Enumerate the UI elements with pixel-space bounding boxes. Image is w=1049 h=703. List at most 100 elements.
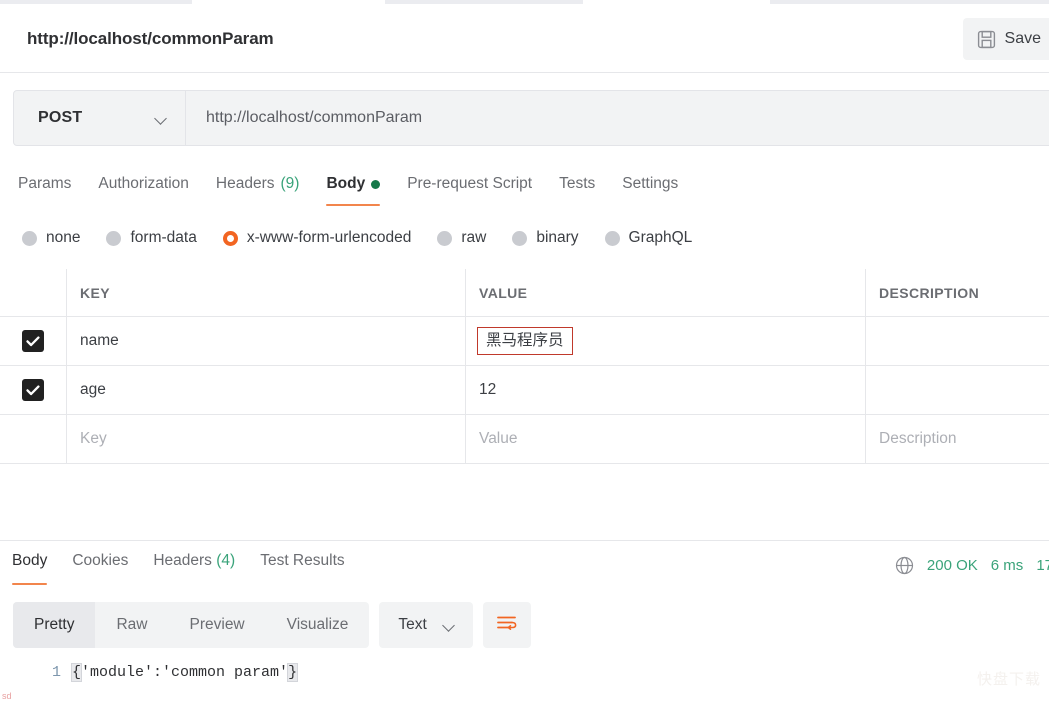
- radio-form-data[interactable]: form-data: [106, 229, 197, 247]
- table-header-row: KEY VALUE DESCRIPTION: [0, 269, 1049, 317]
- radio-form-data-label: form-data: [130, 229, 197, 246]
- save-button-label: Save: [1004, 30, 1041, 47]
- radio-none-icon: [22, 230, 37, 246]
- tab-edge-right[interactable]: [770, 0, 1049, 4]
- tab-headers[interactable]: Headers (9): [216, 168, 300, 200]
- view-mode-visualize[interactable]: Visualize: [266, 602, 370, 648]
- response-toolbar: Pretty Raw Preview Visualize Text: [13, 602, 531, 648]
- response-body-viewer[interactable]: 1 {'module':'common param'}: [0, 660, 1049, 703]
- row-checkbox-name[interactable]: [22, 330, 44, 352]
- radio-raw-label: raw: [461, 229, 487, 246]
- view-mode-raw[interactable]: Raw: [95, 602, 168, 648]
- response-view-mode-group: Pretty Raw Preview Visualize: [13, 602, 370, 648]
- view-mode-preview-label: Preview: [189, 616, 245, 633]
- code-line: 1 {'module':'common param'}: [0, 660, 1049, 686]
- view-mode-visualize-label: Visualize: [286, 616, 349, 633]
- response-status-code: 200 OK: [926, 556, 978, 574]
- table-row: name 黑马程序员: [0, 317, 1049, 366]
- response-tab-headers-label: Headers: [153, 552, 212, 569]
- tab-settings-label: Settings: [622, 175, 679, 192]
- tab-pre-request-script[interactable]: Pre-request Script: [407, 168, 532, 200]
- page-title: http://localhost/commonParam: [27, 28, 274, 48]
- placeholder-description[interactable]: Description: [879, 430, 957, 448]
- row-key-name[interactable]: name: [80, 332, 119, 350]
- response-time: 6 ms: [990, 556, 1024, 574]
- response-tab-body[interactable]: Body: [12, 552, 48, 585]
- http-method-label: POST: [38, 109, 83, 126]
- sd-overlay-text: sd: [2, 691, 12, 701]
- view-mode-pretty-label: Pretty: [34, 616, 75, 633]
- placeholder-key[interactable]: Key: [80, 430, 107, 448]
- tab-edge-middle[interactable]: [385, 0, 583, 4]
- tab-settings[interactable]: Settings: [622, 168, 678, 200]
- code-content[interactable]: {'module':'common param'}: [70, 663, 299, 682]
- word-wrap-button[interactable]: [482, 602, 531, 648]
- response-format-select[interactable]: Text: [379, 602, 473, 648]
- table-placeholder-row: Key Value Description: [0, 415, 1049, 464]
- tab-params[interactable]: Params: [18, 168, 71, 200]
- header-checkbox-cell: [0, 269, 67, 316]
- tab-pre-request-script-label: Pre-request Script: [407, 175, 533, 192]
- placeholder-checkbox-cell: [0, 415, 67, 463]
- tab-tests-label: Tests: [559, 175, 596, 192]
- view-mode-preview[interactable]: Preview: [169, 602, 266, 648]
- radio-binary[interactable]: binary: [512, 229, 579, 247]
- watermark: 快盘下载: [976, 671, 1041, 688]
- radio-binary-label: binary: [536, 229, 579, 246]
- response-size: 17: [1036, 556, 1049, 574]
- response-status-bar: 200 OK 6 ms 17: [895, 552, 1049, 578]
- params-table: KEY VALUE DESCRIPTION name 黑马程序员 age 12 …: [0, 269, 1049, 464]
- postman-window: http://localhost/commonParam Save POST P…: [0, 0, 1049, 703]
- code-open-brace: {: [70, 663, 83, 682]
- word-wrap-icon: [496, 614, 517, 637]
- response-tab-headers[interactable]: Headers (4): [153, 552, 235, 580]
- row-value-name[interactable]: 黑马程序员: [477, 326, 573, 356]
- body-type-radio-group: none form-data x-www-form-urlencoded raw…: [22, 224, 718, 252]
- response-tab-test-results[interactable]: Test Results: [260, 552, 344, 580]
- radio-graphql[interactable]: GraphQL: [604, 229, 692, 247]
- radio-raw[interactable]: raw: [437, 229, 486, 247]
- response-tab-cookies[interactable]: Cookies: [72, 552, 128, 580]
- radio-raw-icon: [437, 230, 453, 246]
- radio-none[interactable]: none: [22, 229, 80, 247]
- response-format-label: Text: [398, 616, 427, 633]
- tab-edge-left[interactable]: [0, 0, 192, 4]
- response-tab-body-label: Body: [12, 552, 48, 569]
- chevron-down-icon: [155, 114, 168, 122]
- url-bar: POST: [13, 90, 1049, 146]
- row-checkbox-age[interactable]: [22, 379, 44, 401]
- table-row: age 12: [0, 366, 1049, 415]
- http-method-select[interactable]: POST: [14, 91, 186, 145]
- tab-body[interactable]: Body: [326, 168, 381, 206]
- radio-graphql-icon: [604, 230, 620, 246]
- radio-x-www-form-urlencoded[interactable]: x-www-form-urlencoded: [222, 229, 411, 247]
- radio-none-label: none: [46, 229, 81, 246]
- placeholder-value[interactable]: Value: [479, 430, 518, 448]
- radio-x-www-form-urlencoded-icon: [222, 230, 238, 246]
- tab-headers-label: Headers: [215, 175, 275, 192]
- view-mode-pretty[interactable]: Pretty: [13, 602, 96, 648]
- tab-params-label: Params: [18, 175, 72, 192]
- view-mode-raw-label: Raw: [116, 616, 148, 633]
- save-button[interactable]: Save: [962, 18, 1049, 60]
- code-inner-text: 'module':'common param': [81, 664, 289, 681]
- column-header-description: DESCRIPTION: [879, 284, 980, 301]
- tab-body-label: Body: [326, 175, 366, 192]
- code-close-brace: }: [287, 663, 299, 682]
- response-divider: [0, 540, 1049, 541]
- tab-authorization[interactable]: Authorization: [98, 168, 188, 200]
- chevron-down-icon: [443, 621, 456, 629]
- request-url-input[interactable]: [186, 91, 1049, 145]
- line-number: 1: [51, 664, 61, 681]
- response-tab-test-results-label: Test Results: [260, 552, 345, 569]
- globe-icon: [895, 556, 914, 575]
- floppy-disk-icon: [977, 30, 996, 49]
- tab-tests[interactable]: Tests: [559, 168, 595, 200]
- row-value-age[interactable]: 12: [479, 381, 496, 399]
- column-header-value: VALUE: [479, 284, 528, 301]
- response-tab-headers-count: (4): [216, 552, 236, 569]
- radio-form-data-icon: [106, 230, 122, 246]
- row-key-age[interactable]: age: [80, 381, 106, 399]
- request-header: http://localhost/commonParam Save: [0, 5, 1049, 73]
- radio-binary-icon: [512, 230, 528, 246]
